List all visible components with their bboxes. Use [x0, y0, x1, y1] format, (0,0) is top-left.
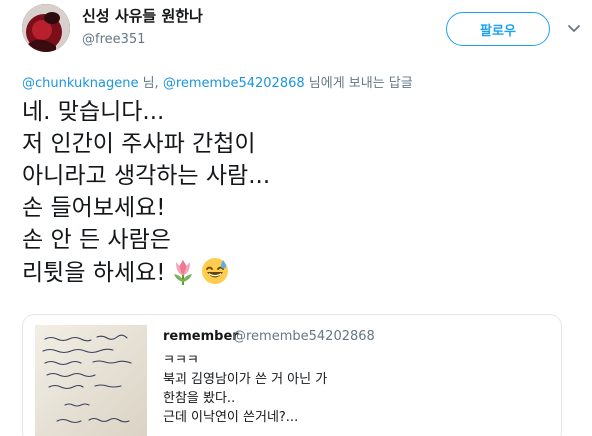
grinning-sweat-emoji-icon — [201, 258, 228, 284]
quoted-line: 한참을 봤다.. — [163, 391, 236, 406]
reply-separator: 님, — [138, 76, 163, 91]
quoted-line: 북괴 김영남이가 쓴 거 아닌 가 — [163, 372, 328, 387]
tweet-line: 네. 맞습니다... — [22, 99, 165, 125]
display-name[interactable]: 신성 사유들 원한나 — [82, 5, 203, 26]
avatar[interactable] — [22, 4, 70, 52]
chevron-down-icon[interactable] — [566, 20, 582, 36]
quoted-display-name[interactable]: remember — [163, 329, 239, 344]
tweet-line: 손 들어보세요! — [22, 195, 166, 221]
avatar-image — [22, 4, 70, 52]
quoted-tweet-image[interactable] — [35, 325, 147, 436]
tweet-line: 아니라고 생각하는 사람... — [22, 163, 271, 189]
reply-suffix: 님에게 보내는 답글 — [304, 76, 413, 91]
mention-link[interactable]: @chunkuknagene — [22, 76, 138, 91]
quoted-tweet-text: ㅋㅋㅋ 북괴 김영남이가 쓴 거 아닌 가 한참을 봤다.. 근데 이낙연이 쓴… — [163, 351, 327, 427]
handwritten-note-image — [35, 325, 147, 436]
reply-context: @chunkuknagene 님, @remembe54202868 님에게 보… — [22, 72, 413, 91]
tweet-last-line: 리튓을 하세요! — [22, 256, 562, 289]
tweet-line: 저 인간이 주사파 간첩이 — [22, 131, 256, 157]
quoted-line: ㅋㅋㅋ — [163, 353, 199, 368]
quoted-line: 근데 이낙연이 쓴거네?... — [163, 410, 299, 425]
follow-button[interactable]: 팔로우 — [446, 12, 550, 46]
user-handle[interactable]: @free351 — [82, 32, 145, 47]
tweet-line: 리튓을 하세요! — [22, 260, 166, 286]
tulip-emoji-icon — [173, 260, 192, 285]
quoted-user-handle[interactable]: @remembe54202868 — [233, 329, 375, 344]
tweet-line: 손 안 든 사람은 — [22, 227, 171, 253]
mention-link[interactable]: @remembe54202868 — [163, 76, 305, 91]
tweet-header: 신성 사유들 원한나 @free351 팔로우 — [0, 0, 592, 62]
tweet-text: 네. 맞습니다... 저 인간이 주사파 간첩이 아니라고 생각하는 사람...… — [22, 96, 562, 289]
quoted-tweet[interactable]: remember @remembe54202868 ㅋㅋㅋ 북괴 김영남이가 쓴… — [22, 314, 562, 436]
